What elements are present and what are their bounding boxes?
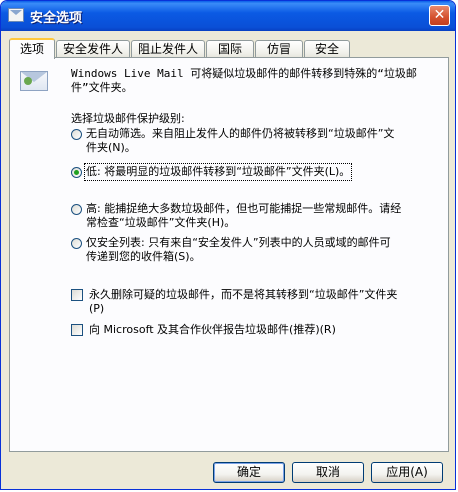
radio-low-label[interactable]: 低: 将最明显的垃圾邮件转移到“垃圾邮件”文件夹(L)。 [83, 163, 353, 181]
checkbox-permanently-delete-label[interactable]: 永久删除可疑的垃圾邮件，而不是将其转移到“垃圾邮件”文件夹 (P) [89, 288, 397, 316]
close-icon: ✕ [433, 7, 446, 23]
intro-line-1: Windows Live Mail 可将疑似垃圾邮件的邮件转移到特殊的“垃圾邮 [71, 67, 417, 80]
radio-low[interactable] [71, 167, 82, 178]
protection-level-heading: 选择垃圾邮件保护级别: [71, 112, 185, 125]
title-bar[interactable]: 安全选项 ✕ [1, 1, 455, 31]
apply-button[interactable]: 应用(A) [371, 462, 443, 483]
radio-safe-list-line-2: 传递到您的收件箱(S)。 [86, 250, 201, 263]
radio-high-line-2: 常检查“垃圾邮件”文件夹(H)。 [86, 216, 236, 229]
permanently-delete-line-1: 永久删除可疑的垃圾邮件，而不是将其转移到“垃圾邮件”文件夹 [89, 288, 398, 301]
radio-no-filtering-label[interactable]: 无自动筛选。来自阻止发件人的邮件仍将被转移到“垃圾邮件”文 件夹(N)。 [86, 127, 394, 155]
tab-options[interactable]: 选项 [9, 38, 55, 59]
tab-international[interactable]: 国际 [206, 40, 254, 58]
checkbox-permanently-delete[interactable] [71, 289, 83, 301]
radio-safe-list-only-label[interactable]: 仅安全列表: 只有来自“安全发件人”列表中的人员或域的邮件可 传递到您的收件箱(… [86, 236, 391, 264]
checkbox-report-junk[interactable] [71, 324, 83, 336]
cancel-button[interactable]: 取消 [292, 462, 364, 483]
tab-safe-senders[interactable]: 安全发件人 [56, 40, 130, 58]
tab-blocked-senders[interactable]: 阻止发件人 [131, 40, 205, 58]
mail-envelope-icon [8, 8, 24, 22]
radio-no-filtering[interactable] [71, 129, 82, 140]
tab-security[interactable]: 安全 [304, 40, 350, 58]
radio-high-line-1: 高: 能捕捉绝大多数垃圾邮件，但也可能捕捉一些常规邮件。请经 [86, 202, 402, 215]
radio-no-filtering-line-2: 件夹(N)。 [86, 141, 136, 154]
tab-phishing[interactable]: 仿冒 [255, 40, 303, 58]
security-options-dialog: 安全选项 ✕ 选项 安全发件人 阻止发件人 国际 仿冒 安全 Windows L… [0, 0, 456, 490]
junk-mail-envelope-icon [20, 71, 48, 91]
ok-button[interactable]: 确定 [213, 462, 285, 483]
intro-text: Windows Live Mail 可将疑似垃圾邮件的邮件转移到特殊的“垃圾邮 … [71, 67, 417, 95]
permanently-delete-line-2: (P) [89, 302, 105, 315]
checkbox-report-junk-label[interactable]: 向 Microsoft 及其合作伙伴报告垃圾邮件(推荐)(R) [89, 323, 336, 337]
close-button[interactable]: ✕ [429, 5, 450, 26]
radio-no-filtering-line-1: 无自动筛选。来自阻止发件人的邮件仍将被转移到“垃圾邮件”文 [86, 127, 395, 140]
window-title: 安全选项 [30, 11, 83, 26]
intro-line-2: 件”文件夹。 [71, 81, 133, 94]
radio-high[interactable] [71, 204, 82, 215]
radio-high-label[interactable]: 高: 能捕捉绝大多数垃圾邮件，但也可能捕捉一些常规邮件。请经 常检查“垃圾邮件”… [86, 202, 401, 230]
radio-safe-list-line-1: 仅安全列表: 只有来自“安全发件人”列表中的人员或域的邮件可 [86, 236, 391, 249]
radio-safe-list-only[interactable] [71, 238, 82, 249]
